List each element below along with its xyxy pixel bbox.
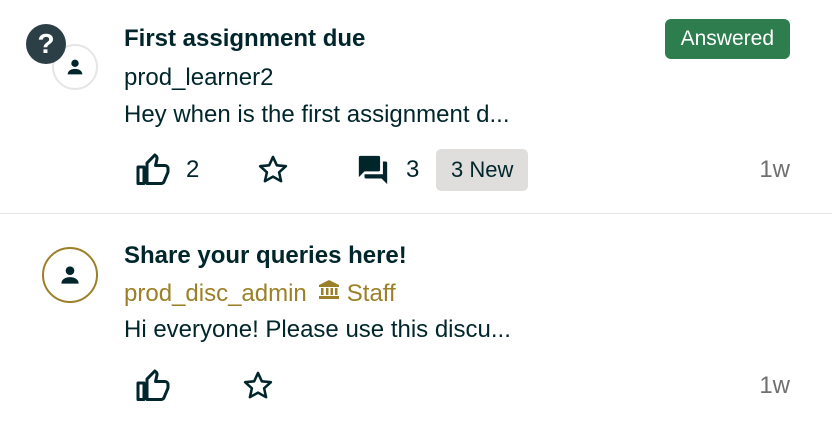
post-preview: Hi everyone! Please use this discu... <box>124 316 511 343</box>
follow-button[interactable] <box>241 369 275 403</box>
star-icon <box>243 371 273 399</box>
post-title[interactable]: First assignment due <box>124 25 365 53</box>
post-item-share-queries[interactable]: Share your queries here! prod_disc_admin… <box>0 214 832 430</box>
post-author[interactable]: prod_disc_admin Staff <box>124 278 396 309</box>
comment-count: 3 <box>406 156 420 183</box>
avatar <box>42 247 98 303</box>
institution-icon <box>317 278 341 309</box>
post-timestamp: 1w <box>759 372 790 399</box>
person-icon <box>67 59 83 75</box>
question-icon: ? <box>26 24 66 64</box>
follow-button[interactable] <box>256 153 290 187</box>
star-icon <box>258 155 288 183</box>
post-author[interactable]: prod_learner2 <box>124 64 273 92</box>
thumbs-up-icon <box>136 153 170 185</box>
like-button[interactable] <box>134 368 172 404</box>
new-comments-badge: 3 New <box>436 149 529 191</box>
like-count: 2 <box>186 156 200 183</box>
author-name[interactable]: prod_disc_admin <box>124 280 307 308</box>
post-title[interactable]: Share your queries here! <box>124 242 407 270</box>
comments-button[interactable]: 3 <box>356 153 419 187</box>
post-timestamp: 1w <box>759 156 790 183</box>
status-badge: Answered <box>664 19 790 59</box>
thumbs-up-icon <box>136 369 170 401</box>
post-preview: Hey when is the first assignment d... <box>124 101 510 128</box>
forum-icon <box>358 155 388 185</box>
post-item-first-assignment[interactable]: ? First assignment due prod_learner2 Hey… <box>0 0 832 214</box>
like-button[interactable]: 2 <box>134 152 199 188</box>
person-icon <box>61 266 79 284</box>
role-label: Staff <box>346 279 396 307</box>
author-name[interactable]: prod_learner2 <box>124 64 273 92</box>
